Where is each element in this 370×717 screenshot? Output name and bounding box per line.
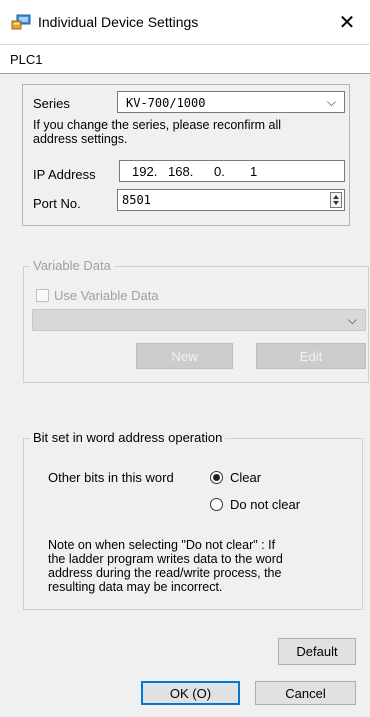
variable-data-group: Variable Data Use Variable Data ⌵ New Ed… (23, 258, 369, 383)
communication-settings-panel: Series KV-700/1000 ⌵ If you change the s… (22, 84, 350, 226)
other-bits-label: Other bits in this word (48, 470, 174, 485)
note-line-1: Note on when selecting "Do not clear" : … (48, 538, 276, 552)
series-warning-line2: address settings. (33, 132, 128, 146)
radio-do-not-clear-label[interactable]: Do not clear (230, 497, 300, 512)
port-label: Port No. (33, 196, 81, 211)
default-button[interactable]: Default (278, 638, 356, 665)
chevron-down-icon: ⌵ (347, 313, 357, 327)
series-warning-line1: If you change the series, please reconfi… (33, 118, 282, 132)
radio-do-not-clear[interactable] (210, 498, 223, 511)
ip-octet-2[interactable]: 168. (168, 164, 193, 179)
close-button[interactable]: ✕ (324, 0, 370, 44)
series-select[interactable]: KV-700/1000 ⌵ (117, 91, 345, 113)
ip-octet-1[interactable]: 192. (132, 164, 157, 179)
bit-set-group: Bit set in word address operation Other … (23, 430, 363, 610)
port-value: 8501 (122, 193, 151, 207)
variable-data-group-title: Variable Data (30, 258, 114, 273)
cancel-button[interactable]: Cancel (255, 681, 356, 705)
use-variable-data-label: Use Variable Data (54, 288, 159, 303)
note-line-3: address during the read/write process, t… (48, 566, 282, 580)
radio-clear-label[interactable]: Clear (230, 470, 261, 485)
port-number-input[interactable]: 8501 (117, 189, 345, 211)
series-value: KV-700/1000 (126, 96, 206, 110)
window-title: Individual Device Settings (38, 14, 199, 30)
note-line-2: the ladder program writes data to the wo… (48, 552, 283, 566)
ip-octet-3[interactable]: 0. (214, 164, 225, 179)
ip-address-input[interactable]: 192. 168. 0. 1 (119, 160, 345, 182)
close-icon: ✕ (338, 11, 356, 34)
bit-set-group-title: Bit set in word address operation (30, 430, 226, 445)
device-settings-app-icon (11, 14, 31, 30)
spin-down-icon (333, 201, 339, 205)
ip-octet-4[interactable]: 1 (250, 164, 257, 179)
tab-plc1[interactable]: PLC1 (10, 52, 43, 67)
new-button[interactable]: New (136, 343, 233, 369)
note-line-4: resulting data may be incorrect. (48, 580, 223, 594)
ip-address-label: IP Address (33, 167, 96, 182)
edit-button[interactable]: Edit (256, 343, 366, 369)
spin-up-icon (333, 195, 339, 199)
device-tab-bar: PLC1 (0, 44, 370, 74)
use-variable-data-checkbox[interactable] (36, 289, 49, 302)
ok-button[interactable]: OK (O) (141, 681, 240, 705)
port-spinner[interactable] (330, 192, 342, 208)
series-label: Series (33, 96, 70, 111)
chevron-down-icon: ⌵ (326, 95, 336, 109)
radio-clear[interactable] (210, 471, 223, 484)
title-bar: Individual Device Settings ✕ (0, 0, 370, 44)
variable-data-select[interactable]: ⌵ (32, 309, 366, 331)
